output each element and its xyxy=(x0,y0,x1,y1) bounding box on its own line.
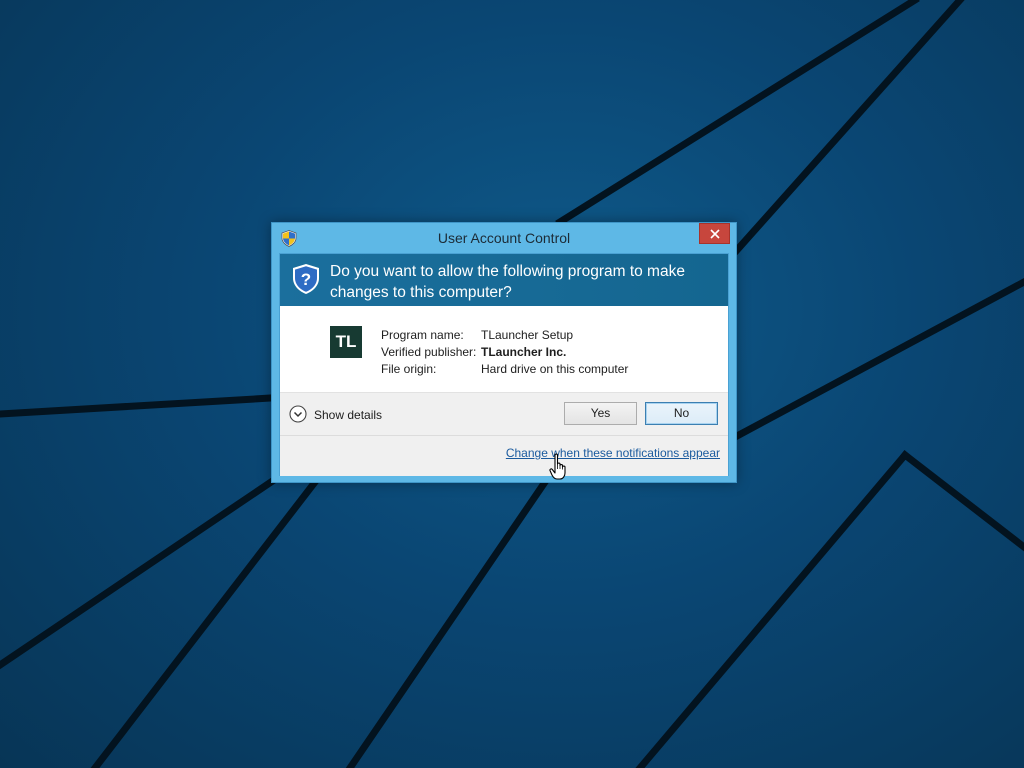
no-button[interactable]: No xyxy=(645,402,718,425)
svg-text:?: ? xyxy=(301,270,311,289)
window-title: User Account Control xyxy=(437,230,571,246)
uac-dialog: User Account Control ? Do you want to al… xyxy=(271,222,737,483)
question-banner: ? Do you want to allow the following pro… xyxy=(280,254,728,306)
chevron-down-circle-icon xyxy=(289,405,307,423)
show-details-label: Show details xyxy=(314,408,383,422)
file-origin-label: File origin: xyxy=(381,362,437,376)
program-name-value: TLauncher Setup xyxy=(481,328,574,342)
program-name-label: Program name: xyxy=(381,328,464,342)
yes-button[interactable]: Yes xyxy=(564,402,637,425)
close-icon xyxy=(710,229,720,239)
title-bar[interactable]: User Account Control xyxy=(272,223,736,253)
help-shield-icon: ? xyxy=(293,264,319,294)
publisher-label: Verified publisher: xyxy=(381,345,477,359)
hand-pointer-icon xyxy=(549,453,566,480)
dialog-content: ? Do you want to allow the following pro… xyxy=(279,253,729,476)
program-icon: TL xyxy=(330,326,362,358)
notification-settings-link[interactable]: Change when these notifications appear xyxy=(506,446,720,460)
footer-divider xyxy=(280,435,728,436)
question-text: Do you want to allow the following progr… xyxy=(330,263,685,301)
dialog-footer: Show details Yes No Change when these no… xyxy=(280,392,728,476)
publisher-value: TLauncher Inc. xyxy=(481,345,567,359)
file-origin-value: Hard drive on this computer xyxy=(481,362,629,376)
close-button[interactable] xyxy=(699,223,730,244)
